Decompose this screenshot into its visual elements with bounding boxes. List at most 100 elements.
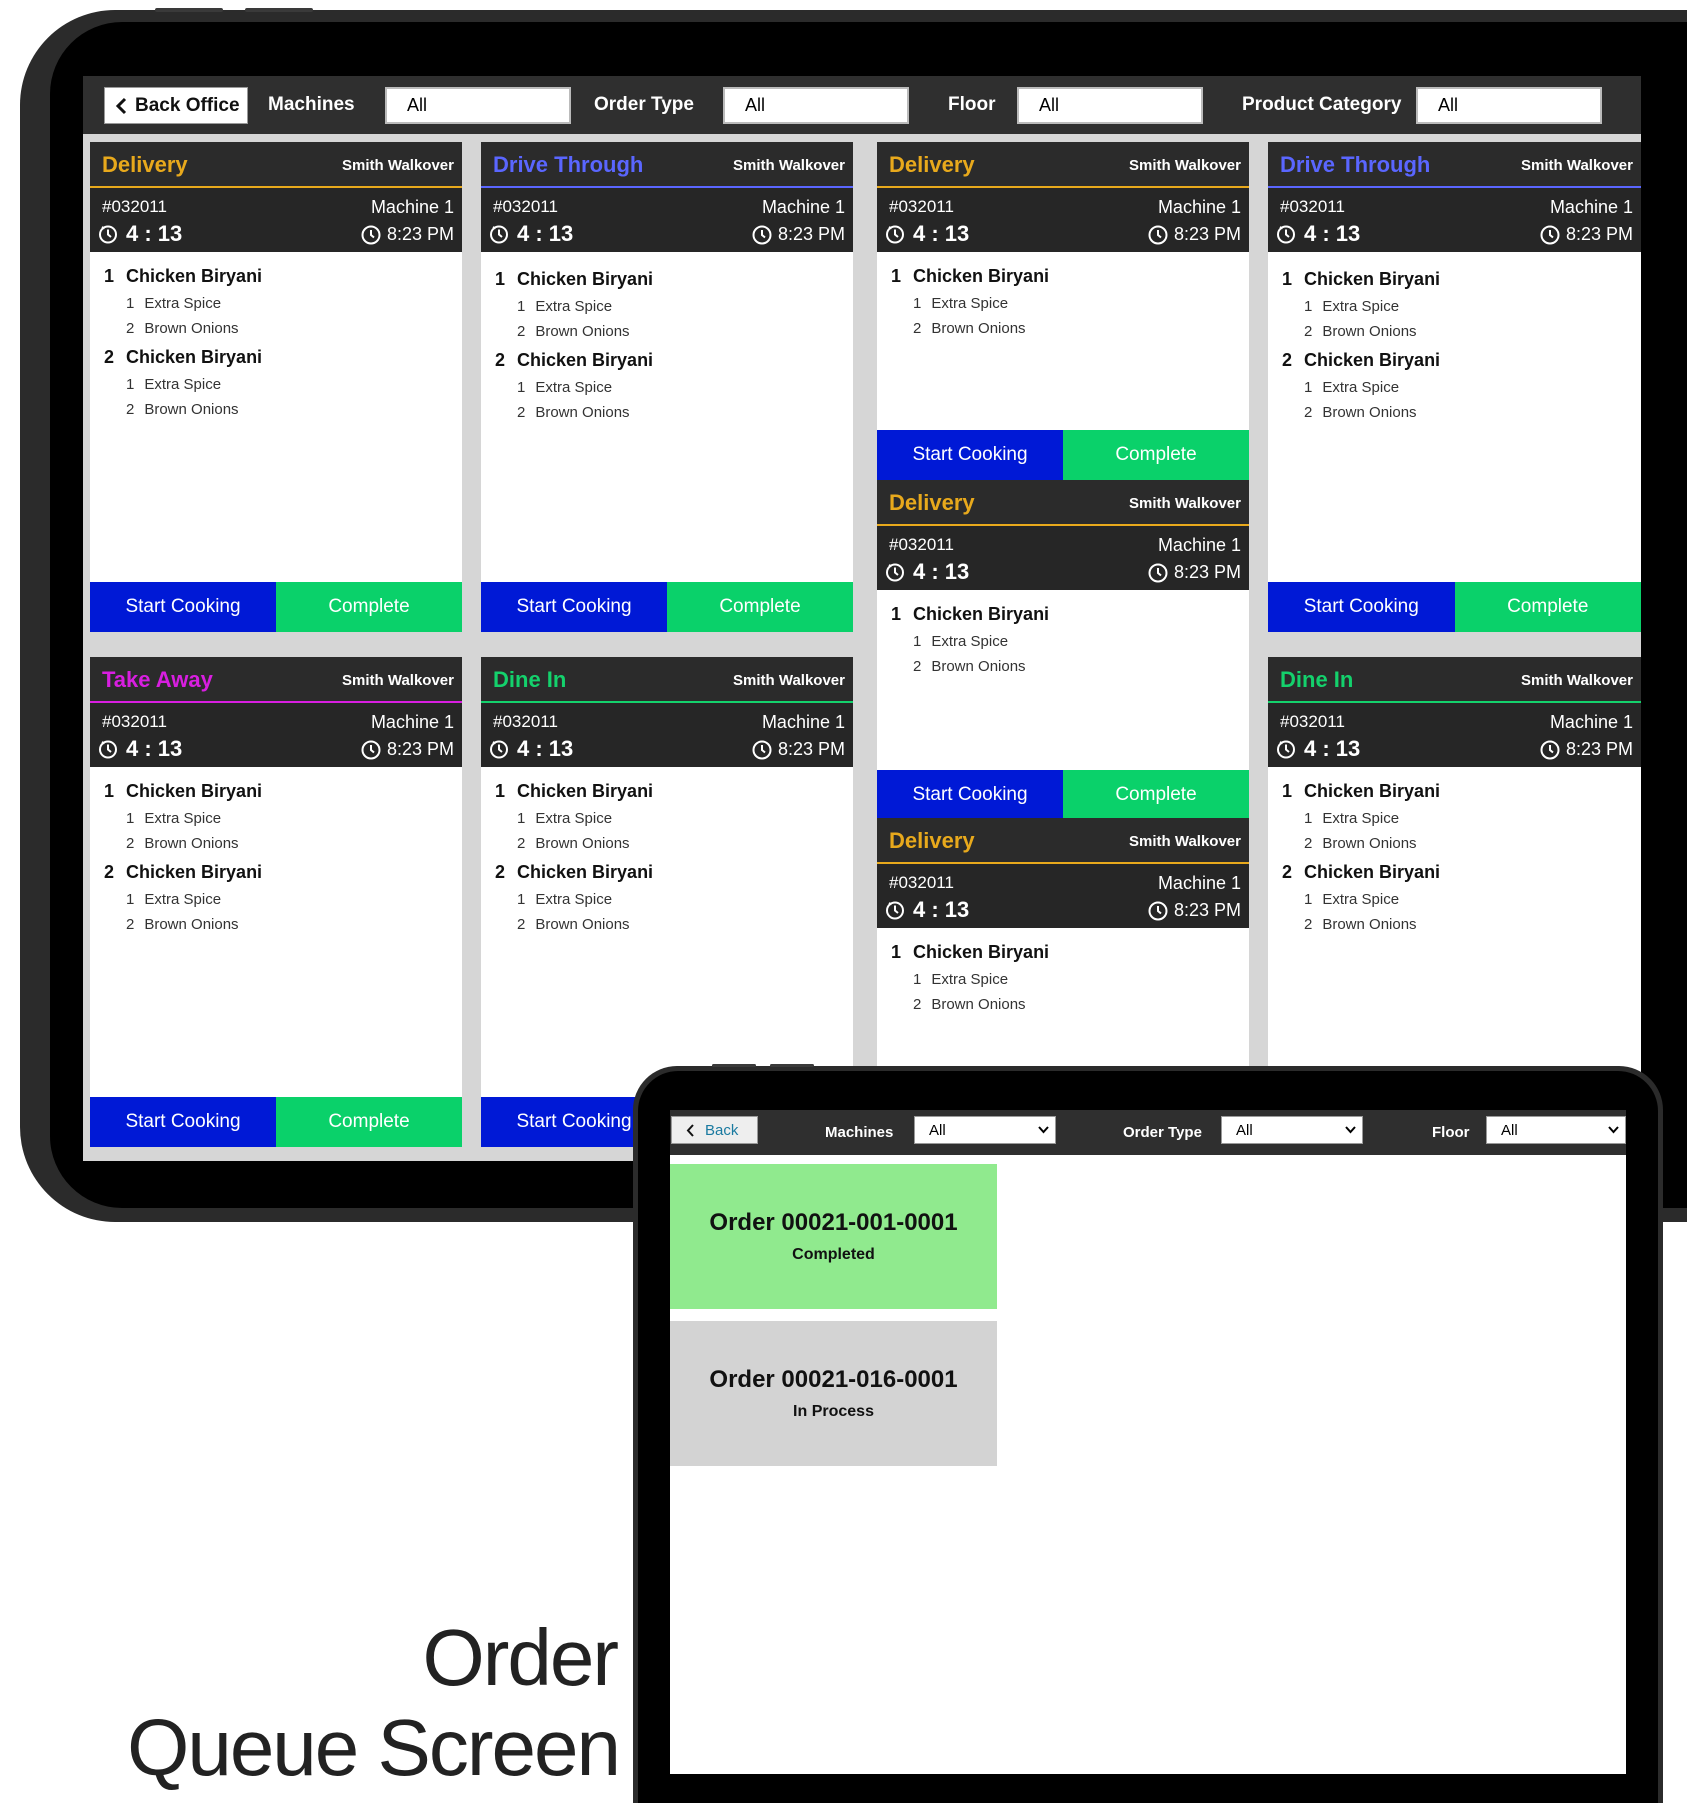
card-header: Delivery Smith Walkover xyxy=(90,142,462,188)
item-qty: 2 xyxy=(104,862,115,882)
order-card[interactable]: Delivery Smith Walkover #032011 Machine … xyxy=(877,480,1249,820)
card-actions: Start Cooking Complete xyxy=(90,1097,462,1147)
modifier-qty: 2 xyxy=(913,320,922,337)
order-item: 1 Chicken Biryani 1 Extra Spice 2 Brown Onion… xyxy=(891,266,1241,337)
queue-order-tile[interactable]: Order 00021-016-0001 In Process xyxy=(670,1321,997,1466)
complete-button[interactable]: Complete xyxy=(667,582,853,632)
modifier-name: Brown Onions xyxy=(144,916,239,933)
order-time: 8:23 PM xyxy=(752,739,845,760)
queue-order-tile[interactable]: Order 00021-001-0001 Completed xyxy=(670,1164,997,1309)
queue-order-status: Completed xyxy=(792,1246,875,1263)
order-time: 8:23 PM xyxy=(752,224,845,245)
start-cooking-button[interactable]: Start Cooking xyxy=(1268,582,1455,632)
order-number: #032011 xyxy=(889,197,954,216)
product-category-filter-select[interactable]: All xyxy=(1416,87,1602,124)
order-time: 8:23 PM xyxy=(1148,900,1241,921)
complete-button[interactable]: Complete xyxy=(1063,430,1249,480)
card-header: Delivery Smith Walkover xyxy=(877,142,1249,188)
order-items: 1 Chicken Biryani 1 Extra Spice 2 Brown Onion… xyxy=(495,781,845,943)
start-cooking-button[interactable]: Start Cooking xyxy=(877,770,1063,820)
timer-value: 4 : 13 xyxy=(1304,736,1361,761)
timer-icon xyxy=(885,562,905,582)
order-card[interactable]: Drive Through Smith Walkover #032011 Mac… xyxy=(481,142,853,632)
order-type-filter-select[interactable]: All xyxy=(1221,1116,1363,1144)
modifier-qty: 1 xyxy=(913,633,922,650)
item-qty: 1 xyxy=(1282,781,1293,801)
modifier-name: Extra Spice xyxy=(931,971,1009,988)
floor-filter-select[interactable]: All xyxy=(1017,87,1203,124)
order-time-value: 8:23 PM xyxy=(386,739,454,759)
start-cooking-button[interactable]: Start Cooking xyxy=(877,430,1063,480)
elapsed-timer: 4 : 13 xyxy=(885,221,969,247)
modifier-name: Brown Onions xyxy=(1322,835,1417,852)
item-name: Chicken Biryani xyxy=(1304,781,1441,801)
timer-icon xyxy=(98,739,118,759)
order-card[interactable]: Delivery Smith Walkover #032011 Machine … xyxy=(877,142,1249,480)
floor-filter-select[interactable]: All xyxy=(1486,1116,1626,1144)
order-number: #032011 xyxy=(493,197,558,216)
queue-toolbar: Back Machines All Order Type All Floor A… xyxy=(670,1110,1626,1155)
item-name: Chicken Biryani xyxy=(126,266,263,286)
item-modifier: 1 Extra Spice xyxy=(913,971,1241,988)
item-qty: 2 xyxy=(1282,350,1293,370)
modifier-qty: 2 xyxy=(517,404,526,421)
timer-value: 4 : 13 xyxy=(913,897,970,922)
tablet-volume-button xyxy=(712,1064,756,1067)
item-modifier: 1 Extra Spice xyxy=(1304,891,1633,908)
modifier-qty: 2 xyxy=(126,916,135,933)
start-cooking-button[interactable]: Start Cooking xyxy=(481,582,667,632)
modifier-qty: 2 xyxy=(913,658,922,675)
order-card[interactable]: Delivery Smith Walkover #032011 Machine … xyxy=(90,142,462,632)
order-time: 8:23 PM xyxy=(1540,224,1633,245)
card-header: Delivery Smith Walkover xyxy=(877,818,1249,864)
modifier-name: Extra Spice xyxy=(1322,810,1400,827)
clock-icon xyxy=(752,740,772,760)
elapsed-timer: 4 : 13 xyxy=(98,221,182,247)
complete-button[interactable]: Complete xyxy=(1063,770,1249,820)
complete-button[interactable]: Complete xyxy=(276,582,462,632)
order-type-filter-select[interactable]: All xyxy=(723,87,909,124)
timer-icon xyxy=(885,224,905,244)
item-qty: 1 xyxy=(891,266,902,286)
queue-order-number: Order 00021-016-0001 xyxy=(709,1366,958,1393)
item-modifier: 2 Brown Onions xyxy=(913,658,1241,675)
item-qty: 1 xyxy=(495,781,506,801)
order-type-label: Drive Through xyxy=(493,152,644,177)
complete-button[interactable]: Complete xyxy=(1454,582,1641,632)
modifier-name: Extra Spice xyxy=(144,376,222,393)
order-card[interactable]: Take Away Smith Walkover #032011 Machine… xyxy=(90,657,462,1147)
item-modifier: 1 Extra Spice xyxy=(126,295,454,312)
modifier-name: Brown Onions xyxy=(1322,323,1417,340)
customer-name: Smith Walkover xyxy=(1521,157,1633,174)
start-cooking-button[interactable]: Start Cooking xyxy=(90,582,276,632)
order-card[interactable]: Drive Through Smith Walkover #032011 Mac… xyxy=(1268,142,1641,632)
order-item: 1 Chicken Biryani 1 Extra Spice 2 Brown Onion… xyxy=(104,266,454,337)
machines-filter-select[interactable]: All xyxy=(914,1116,1056,1144)
floor-filter-label: Floor xyxy=(1432,1124,1470,1141)
back-button[interactable]: Back xyxy=(671,1116,758,1144)
back-office-button[interactable]: Back Office xyxy=(104,87,248,124)
card-actions: Start Cooking Complete xyxy=(877,430,1249,480)
item-modifier: 1 Extra Spice xyxy=(913,633,1241,650)
modifier-qty: 1 xyxy=(126,376,135,393)
modifier-qty: 1 xyxy=(1304,379,1313,396)
item-qty: 1 xyxy=(104,781,115,801)
order-type-label: Delivery xyxy=(102,152,188,177)
modifier-name: Extra Spice xyxy=(144,810,222,827)
machine-name: Machine 1 xyxy=(1549,197,1633,217)
elapsed-timer: 4 : 13 xyxy=(1276,736,1360,762)
start-cooking-button[interactable]: Start Cooking xyxy=(90,1097,276,1147)
clock-icon xyxy=(1540,225,1560,245)
modifier-qty: 1 xyxy=(1304,891,1313,908)
machines-filter-select[interactable]: All xyxy=(385,87,571,124)
complete-button[interactable]: Complete xyxy=(276,1097,462,1147)
item-name: Chicken Biryani xyxy=(126,862,263,882)
item-name: Chicken Biryani xyxy=(913,266,1050,286)
card-header: Take Away Smith Walkover xyxy=(90,657,462,703)
machine-name: Machine 1 xyxy=(1157,873,1241,893)
modifier-name: Brown Onions xyxy=(1322,916,1417,933)
modifier-qty: 2 xyxy=(517,835,526,852)
card-info: #032011 Machine 1 4 : 13 8:23 PM xyxy=(481,703,853,767)
item-modifier: 2 Brown Onions xyxy=(913,996,1241,1013)
elapsed-timer: 4 : 13 xyxy=(489,736,573,762)
